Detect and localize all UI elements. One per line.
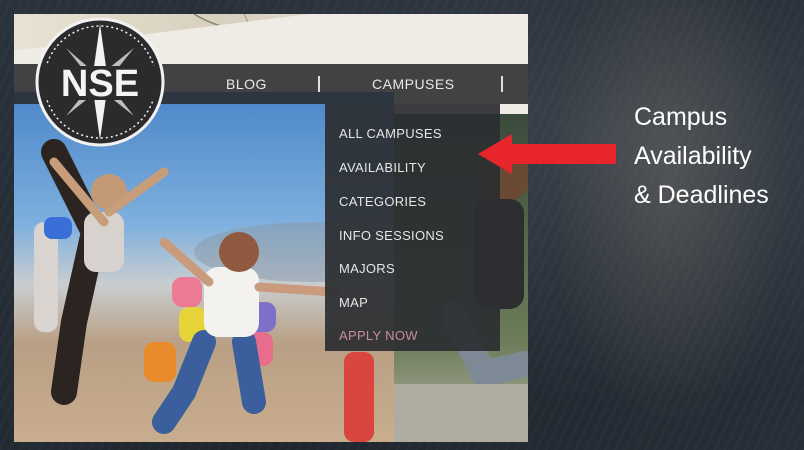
dropdown-item-all-campuses[interactable]: ALL CAMPUSES [339,126,442,141]
callout-text: Campus Availability & Deadlines [634,98,802,215]
dropdown-item-info-sessions[interactable]: INFO SESSIONS [339,228,444,243]
callout-line-1: Campus [634,103,728,131]
dropdown-item-map[interactable]: MAP [339,295,368,310]
logo-text: NSE [61,63,139,105]
background-photo [560,0,804,450]
website-screenshot: BLOG CAMPUSES NSE ALL CAMPUSES AVAILABIL… [14,14,528,442]
dropdown-item-availability[interactable]: AVAILABILITY [339,160,426,175]
arrow-left-icon [478,134,616,174]
callout-line-3: & Deadlines [634,181,769,209]
nav-campuses-link[interactable]: CAMPUSES [372,64,455,104]
nse-logo[interactable]: NSE [34,16,166,148]
callout-line-2: Availability [634,142,752,170]
nav-separator [318,76,320,92]
nav-blog-link[interactable]: BLOG [226,64,267,104]
campuses-dropdown-menu: ALL CAMPUSES AVAILABILITY CATEGORIES INF… [325,104,500,351]
nav-separator [501,76,503,92]
dropdown-item-majors[interactable]: MAJORS [339,261,395,276]
dropdown-item-apply-now[interactable]: APPLY NOW [339,328,418,343]
dropdown-item-categories[interactable]: CATEGORIES [339,194,426,209]
presentation-slide: BLOG CAMPUSES NSE ALL CAMPUSES AVAILABIL… [0,0,804,450]
